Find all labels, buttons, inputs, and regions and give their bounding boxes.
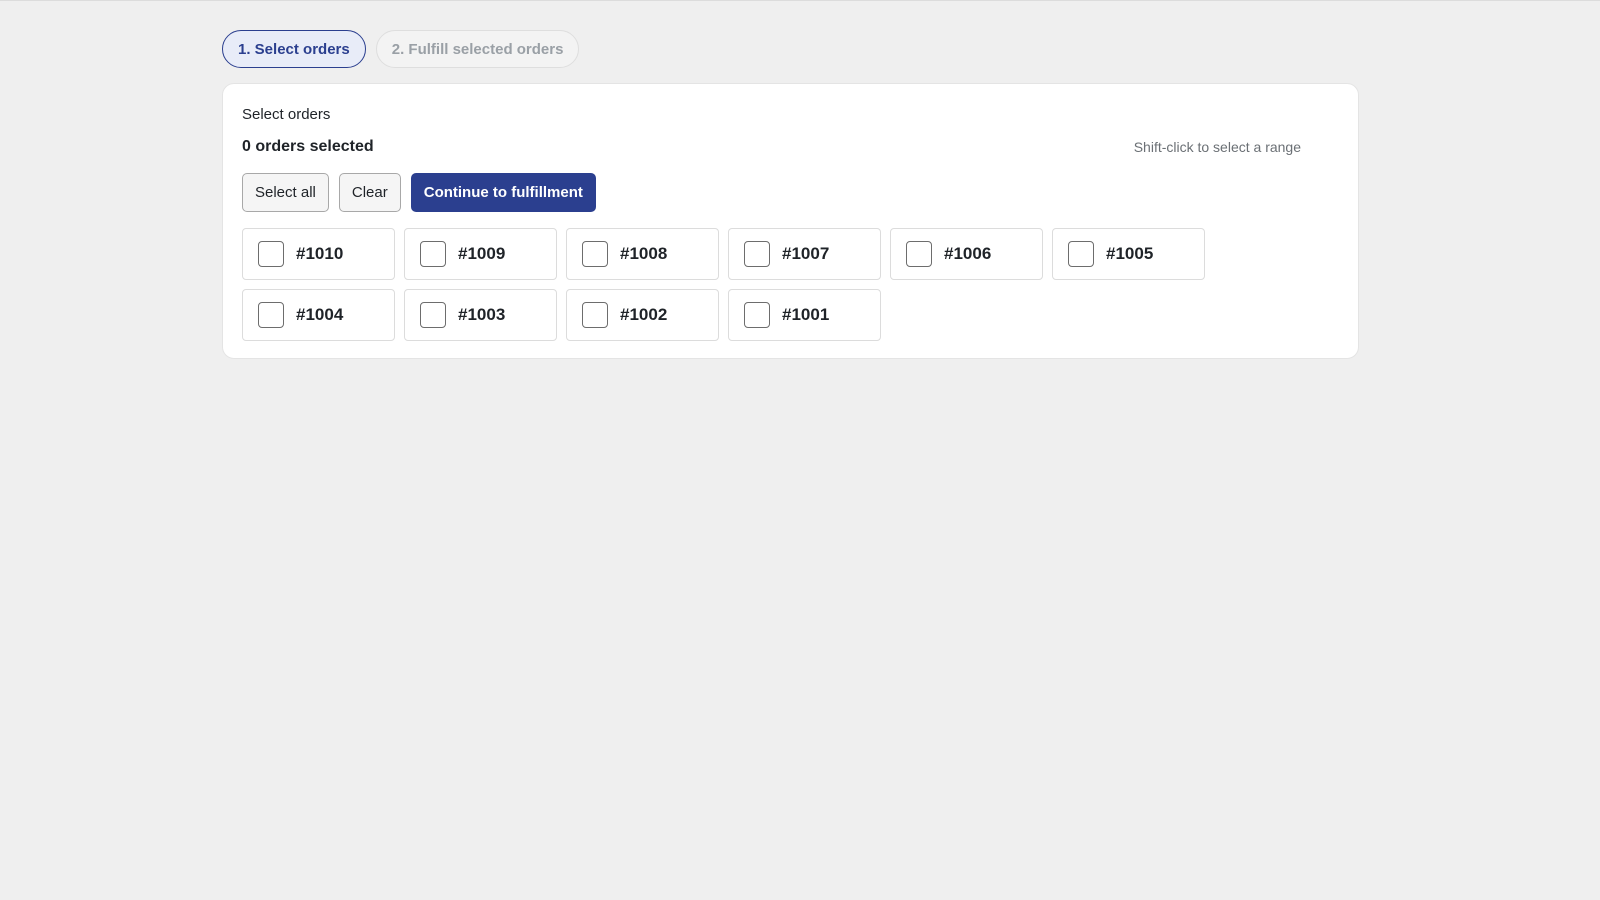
order-item[interactable]: #1010 bbox=[242, 228, 395, 280]
order-checkbox[interactable] bbox=[744, 241, 770, 267]
order-number: #1008 bbox=[620, 244, 668, 263]
continue-to-fulfillment-button[interactable]: Continue to fulfillment bbox=[410, 173, 596, 212]
order-item[interactable]: #1008 bbox=[566, 228, 719, 280]
order-checkbox[interactable] bbox=[1068, 241, 1094, 267]
card-title: Select orders bbox=[242, 106, 331, 123]
order-checkbox[interactable] bbox=[582, 302, 608, 328]
order-grid: #1010 #1009 #1008 #1007 #1006 #1005 #100… bbox=[242, 228, 1205, 341]
stepper: 1. Select orders 2. Fulfill selected ord… bbox=[222, 30, 580, 68]
order-item[interactable]: #1007 bbox=[728, 228, 881, 280]
range-hint: Shift-click to select a range bbox=[1133, 139, 1301, 155]
step-label: 2. Fulfill selected orders bbox=[391, 40, 564, 58]
order-checkbox[interactable] bbox=[420, 241, 446, 267]
order-item[interactable]: #1003 bbox=[404, 289, 557, 341]
selected-count: 0 orders selected bbox=[242, 138, 374, 155]
order-item[interactable]: #1002 bbox=[566, 289, 719, 341]
order-checkbox[interactable] bbox=[906, 241, 932, 267]
order-checkbox[interactable] bbox=[582, 241, 608, 267]
order-item[interactable]: #1006 bbox=[890, 228, 1043, 280]
order-checkbox[interactable] bbox=[258, 241, 284, 267]
top-divider bbox=[0, 0, 1600, 1]
clear-button[interactable]: Clear bbox=[338, 173, 401, 212]
order-item[interactable]: #1001 bbox=[728, 289, 881, 341]
order-checkbox[interactable] bbox=[420, 302, 446, 328]
action-bar: Select all Clear Continue to fulfillment bbox=[242, 173, 596, 212]
order-item[interactable]: #1009 bbox=[404, 228, 557, 280]
order-number: #1003 bbox=[458, 305, 506, 324]
step-select-orders[interactable]: 1. Select orders bbox=[222, 30, 366, 68]
order-number: #1005 bbox=[1106, 244, 1154, 263]
order-checkbox[interactable] bbox=[744, 302, 770, 328]
order-item[interactable]: #1005 bbox=[1052, 228, 1205, 280]
order-item[interactable]: #1004 bbox=[242, 289, 395, 341]
select-orders-card: Select orders 0 orders selected Shift-cl… bbox=[222, 83, 1359, 359]
order-number: #1002 bbox=[620, 305, 668, 324]
order-number: #1010 bbox=[296, 244, 344, 263]
order-number: #1006 bbox=[944, 244, 992, 263]
order-number: #1007 bbox=[782, 244, 830, 263]
select-all-button[interactable]: Select all bbox=[242, 173, 329, 212]
step-fulfill-selected-orders[interactable]: 2. Fulfill selected orders bbox=[375, 30, 580, 68]
step-label: 1. Select orders bbox=[238, 40, 350, 58]
order-checkbox[interactable] bbox=[258, 302, 284, 328]
order-number: #1001 bbox=[782, 305, 830, 324]
order-number: #1004 bbox=[296, 305, 344, 324]
order-number: #1009 bbox=[458, 244, 506, 263]
